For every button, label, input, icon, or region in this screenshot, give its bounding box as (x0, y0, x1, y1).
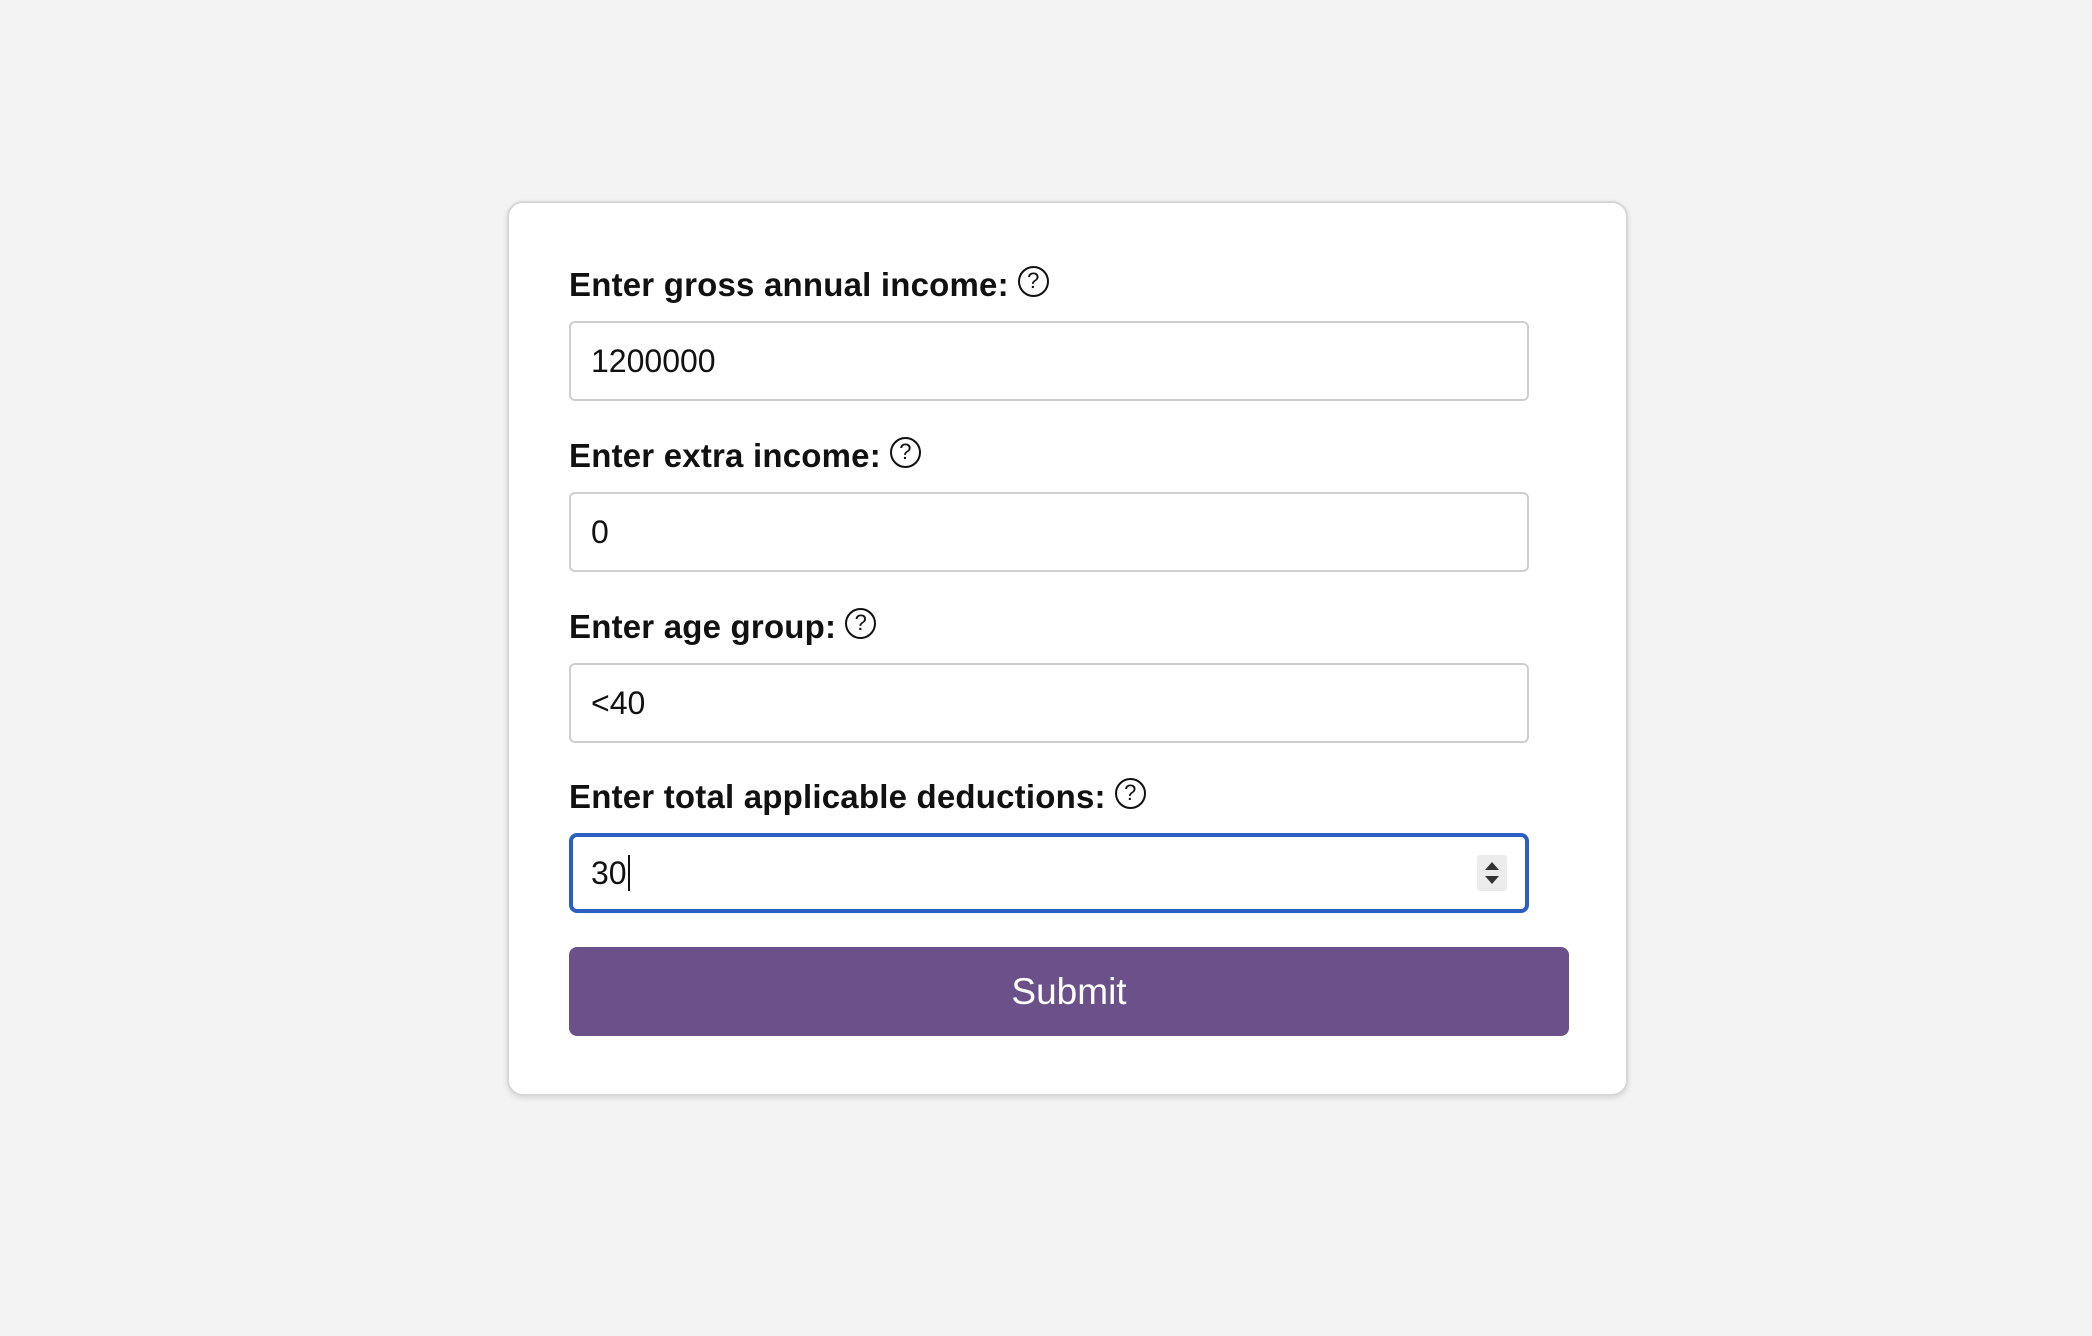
extra-income-field: Enter extra income: ? 0 (569, 434, 1529, 572)
spinner-up-icon[interactable] (1485, 862, 1499, 870)
help-question-icon[interactable]: ? (889, 436, 921, 468)
gross-income-field: Enter gross annual income: ? 1200000 (569, 263, 1529, 401)
help-question-icon[interactable]: ? (845, 607, 877, 639)
age-group-label-row: Enter age group: ? (569, 605, 1529, 649)
help-question-icon[interactable]: ? (1017, 265, 1049, 297)
extra-income-label: Enter extra income: (569, 437, 881, 474)
age-group-field: Enter age group: ? <40 (569, 605, 1529, 743)
gross-income-value: 1200000 (591, 342, 716, 379)
spinner-down-icon[interactable] (1485, 876, 1499, 884)
help-question-icon[interactable]: ? (1114, 777, 1146, 809)
deductions-field: Enter total applicable deductions: ? 30 (569, 775, 1529, 913)
gross-income-label-row: Enter gross annual income: ? (569, 263, 1529, 307)
deductions-value: 30 (591, 854, 627, 891)
gross-income-label: Enter gross annual income: (569, 266, 1009, 303)
number-spinner[interactable] (1477, 855, 1507, 891)
gross-income-input[interactable]: 1200000 (569, 321, 1529, 401)
text-caret (627, 855, 630, 891)
deductions-label: Enter total applicable deductions: (569, 778, 1106, 815)
age-group-input[interactable]: <40 (569, 663, 1529, 743)
deductions-input[interactable]: 30 (569, 833, 1529, 913)
age-group-value: <40 (591, 684, 646, 721)
extra-income-input[interactable]: 0 (569, 492, 1529, 572)
age-group-label: Enter age group: (569, 608, 837, 645)
extra-income-value: 0 (591, 513, 609, 550)
submit-button[interactable]: Submit (569, 947, 1569, 1036)
extra-income-label-row: Enter extra income: ? (569, 434, 1529, 478)
deductions-label-row: Enter total applicable deductions: ? (569, 775, 1529, 819)
form-card: Enter gross annual income: ? 1200000 Ent… (507, 201, 1628, 1096)
